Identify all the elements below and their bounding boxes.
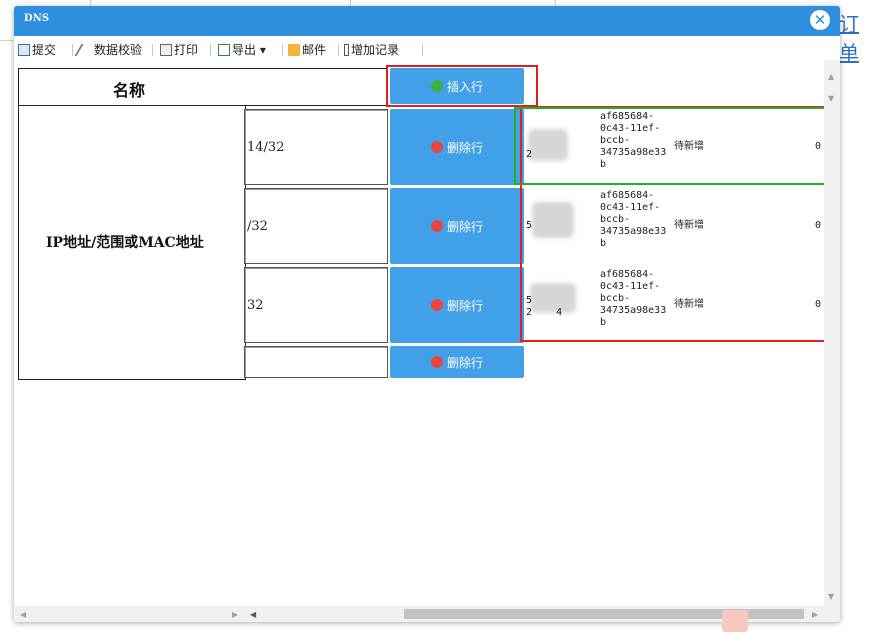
- record-count-2: 0: [815, 220, 822, 231]
- mail-icon: [288, 43, 300, 56]
- record-left-top-2: 5: [526, 220, 533, 231]
- delete-icon: [430, 299, 443, 311]
- delete-row-button-3[interactable]: 删除行: [390, 267, 524, 343]
- scroll-left-icon[interactable]: ◀: [250, 610, 256, 619]
- record-status-3: 待新增: [674, 299, 704, 310]
- record-id-line: af685684-: [600, 269, 655, 280]
- mail-button[interactable]: 邮件: [288, 41, 326, 58]
- delete-row-button-2[interactable]: 删除行: [390, 188, 524, 264]
- record-id-line: bccb-: [600, 214, 631, 225]
- scroll-down-icon[interactable]: ▼: [828, 592, 834, 601]
- ip-value-3: 32: [247, 298, 264, 313]
- name-value-cell[interactable]: [244, 68, 388, 106]
- ip-header-cell: IP地址/范围或MAC地址: [18, 105, 246, 380]
- record-id-line: b: [600, 238, 607, 249]
- record-id-line: 34735a98e33: [600, 305, 667, 316]
- dialog-title: DNS: [24, 13, 50, 24]
- record-id-line: bccb-: [600, 293, 631, 304]
- toolbar-separator: [422, 44, 423, 56]
- background-divider: [0, 40, 14, 41]
- validate-button[interactable]: 数据校验: [74, 41, 143, 58]
- record-id-line: 0c43-11ef-: [600, 202, 661, 213]
- horizontal-scrollbar[interactable]: ◀ ▶ ◀ ▶: [14, 606, 824, 622]
- export-icon: [218, 43, 230, 56]
- redacted-block: [532, 202, 574, 238]
- record-row-2[interactable]: 5 af685684- 0c43-11ef- bccb- 34735a98e33…: [522, 188, 836, 264]
- toolbar-separator: [72, 44, 73, 56]
- delete-icon: [430, 141, 443, 153]
- insert-highlight-frame: [386, 65, 538, 107]
- ip-input-1[interactable]: 14/32: [244, 109, 388, 185]
- scroll-right-icon[interactable]: ▶: [232, 610, 238, 619]
- dns-dialog: DNS ✕ 提交 数据校验 打印 导出 ▾ 邮件 增加记录 名称 插入行 IP地…: [14, 6, 840, 622]
- record-status-2: 待新增: [674, 220, 704, 231]
- record-id-3: af685684- 0c43-11ef- bccb- 34735a98e33 b: [600, 269, 666, 329]
- close-button[interactable]: ✕: [810, 10, 830, 30]
- delete-row-label-3: 删除行: [446, 298, 483, 313]
- delete-row-label-1: 删除行: [446, 140, 483, 155]
- submit-label: 提交: [32, 43, 57, 57]
- record-id-line: 34735a98e33: [600, 226, 667, 237]
- watermark-logo: [722, 610, 748, 632]
- ip-input-3[interactable]: 32: [244, 267, 388, 343]
- export-button[interactable]: 导出 ▾: [218, 41, 266, 58]
- toolbar-separator: [282, 44, 283, 56]
- vertical-scrollbar[interactable]: ▲ ▼ ▼: [824, 60, 840, 606]
- delete-icon: [430, 220, 443, 232]
- background-link[interactable]: 订单: [839, 8, 869, 66]
- record-id-line: af685684-: [600, 190, 655, 201]
- toolbar-separator: [152, 44, 153, 56]
- printer-icon: [160, 43, 172, 56]
- name-header-cell: 名称: [18, 68, 246, 106]
- delete-row-button-4[interactable]: 删除行: [390, 346, 524, 378]
- ip-header: IP地址/范围或MAC地址: [46, 235, 204, 251]
- mail-label: 邮件: [302, 43, 327, 57]
- record-left-bottom-3: 2 4: [526, 307, 563, 318]
- scrollbar-corner: [824, 606, 840, 622]
- validate-label: 数据校验: [94, 43, 143, 57]
- ip-value-2: /32: [247, 219, 268, 234]
- title-bar: DNS ✕: [14, 6, 840, 36]
- record-id-line: b: [600, 317, 607, 328]
- record-id-line: 0c43-11ef-: [600, 281, 661, 292]
- wand-icon: [74, 43, 96, 56]
- add-record-label: 增加记录: [351, 43, 400, 57]
- close-icon: ✕: [813, 11, 827, 29]
- scroll-up-icon[interactable]: ▲: [828, 72, 834, 81]
- toolbar: 提交 数据校验 打印 导出 ▾ 邮件 增加记录: [14, 38, 840, 60]
- toolbar-separator: [210, 44, 211, 56]
- toolbar-separator: [338, 44, 339, 56]
- record-row-3[interactable]: 5 2 4 af685684- 0c43-11ef- bccb- 34735a9…: [522, 267, 836, 343]
- add-record-icon: [344, 43, 349, 56]
- record-left-top-3: 5: [526, 295, 533, 306]
- name-header: 名称: [113, 81, 146, 100]
- add-record-button[interactable]: 增加记录: [344, 41, 399, 58]
- export-label: 导出 ▾: [232, 43, 266, 57]
- delete-row-button-1[interactable]: 删除行: [390, 109, 524, 185]
- record-row-1-highlight: [514, 107, 837, 185]
- ip-value-1: 14/32: [247, 140, 285, 155]
- submit-button[interactable]: 提交: [18, 41, 56, 58]
- print-label: 打印: [174, 43, 199, 57]
- ip-input-2[interactable]: /32: [244, 188, 388, 264]
- record-count-3: 0: [815, 299, 822, 310]
- scroll-up-icon[interactable]: ▼: [828, 94, 834, 103]
- scroll-right-icon[interactable]: ▶: [812, 610, 818, 619]
- delete-row-label-4: 删除行: [446, 355, 483, 370]
- print-button[interactable]: 打印: [160, 41, 198, 58]
- delete-icon: [430, 356, 443, 368]
- save-icon: [18, 43, 30, 56]
- delete-row-label-2: 删除行: [446, 219, 483, 234]
- ip-input-4[interactable]: [244, 346, 388, 378]
- scroll-left-icon[interactable]: ◀: [20, 610, 26, 619]
- record-id-2: af685684- 0c43-11ef- bccb- 34735a98e33 b: [600, 190, 666, 250]
